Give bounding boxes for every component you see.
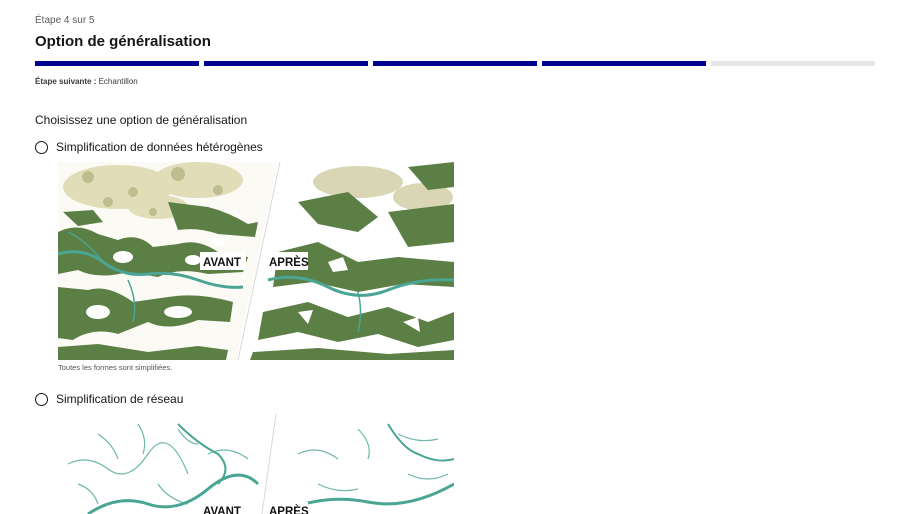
network-map-image: AVANT APRÈS <box>58 414 454 514</box>
option-heterogeneous-label: Simplification de données hétérogènes <box>56 140 263 154</box>
progress-stepper <box>35 61 875 66</box>
next-step-label: Étape suivante : <box>35 77 97 86</box>
heterogeneous-map-image: AVANT APRÈS <box>58 162 454 360</box>
stepper-segment-3 <box>373 61 537 66</box>
stepper-segment-2 <box>204 61 368 66</box>
illustration-network: AVANT APRÈS <box>58 414 454 514</box>
option-network-label: Simplification de réseau <box>56 392 184 406</box>
network-after-label: APRÈS <box>269 505 309 514</box>
page-title: Option de généralisation <box>35 33 211 50</box>
stepper-segment-4 <box>542 61 706 66</box>
next-step-value: Echantillon <box>98 77 138 86</box>
option-heterogeneous[interactable]: Simplification de données hétérogènes <box>35 140 263 154</box>
network-before-label: AVANT <box>203 506 241 514</box>
step-counter: Étape 4 sur 5 <box>35 15 95 26</box>
stepper-segment-5 <box>711 61 875 66</box>
radio-network[interactable] <box>35 392 48 406</box>
before-label: AVANT <box>203 257 241 269</box>
radio-heterogeneous[interactable] <box>35 140 48 154</box>
illustration-caption: Toutes les formes sont simplifiées. <box>58 363 173 372</box>
after-label: APRÈS <box>269 256 309 269</box>
option-network[interactable]: Simplification de réseau <box>35 392 183 406</box>
stepper-segment-1 <box>35 61 199 66</box>
illustration-heterogeneous: AVANT APRÈS <box>58 162 454 360</box>
next-step: Étape suivante : Echantillon <box>35 77 138 86</box>
form-legend: Choisissez une option de généralisation <box>35 113 248 127</box>
